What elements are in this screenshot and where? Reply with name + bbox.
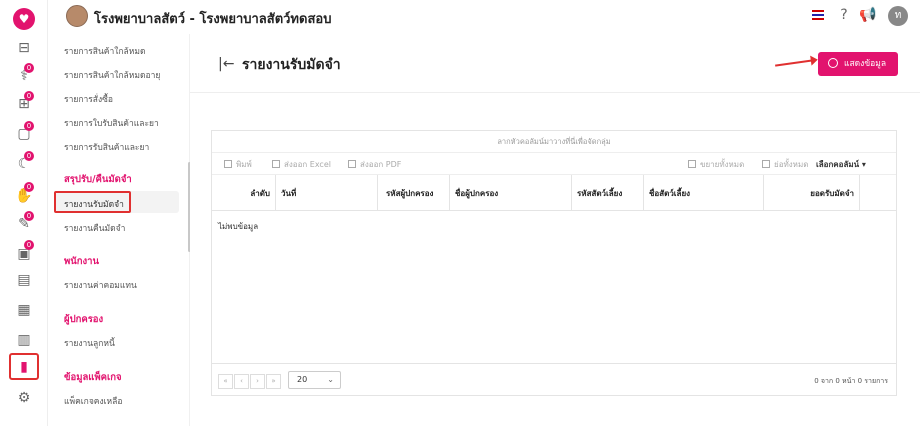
column-header-pet-name[interactable]: ชื่อสัตว์เลี้ยง: [644, 175, 764, 211]
column-header-index[interactable]: ลำดับ: [212, 175, 276, 211]
thai-flag-icon[interactable]: [812, 10, 824, 20]
header-divider: [190, 92, 920, 93]
sidebar-item-commission[interactable]: รายงานค่าคอมแทน: [64, 278, 137, 292]
sidebar-group-package: ข้อมูลแพ็คเกจ: [64, 372, 122, 383]
notification-badge: 0: [24, 121, 34, 131]
expand-all-button[interactable]: ขยายทั้งหมด: [688, 158, 744, 171]
notification-badge: 0: [24, 182, 34, 192]
sidebar-item-deposit-refund[interactable]: รายงานคืนมัดจำ: [64, 221, 125, 235]
excel-icon: [272, 160, 280, 168]
sidebar-item-package-balance[interactable]: แพ็คเกจคงเหลือ: [64, 394, 122, 408]
column-chooser-label: เลือกคอลัมน์: [816, 160, 860, 169]
page-title: รายงานรับมัดจำ: [242, 57, 341, 73]
sidebar-group-staff: พนักงาน: [64, 256, 99, 267]
package-icon[interactable]: ▦: [14, 300, 34, 320]
print-button[interactable]: พิมพ์: [224, 158, 252, 171]
sidebar-item-orders[interactable]: รายการสั่งซื้อ: [64, 92, 113, 106]
sidebar-item-deposit-report[interactable]: รายงานรับมัดจำ: [64, 197, 124, 211]
icon-rail: ♥ ⊟ ⚕ 0 ⊞ 0 ▢ 0 ☾ 0 ✋ 0 ✎ 0 ▣ 0 ▤ ▦ ▥ ▮ …: [0, 0, 48, 426]
grid-header: ลำดับ วันที่ รหัสผู้ปกครอง ชื่อผู้ปกครอง…: [212, 175, 896, 211]
pdf-icon: [348, 160, 356, 168]
column-chooser[interactable]: เลือกคอลัมน์ ▾: [816, 158, 866, 171]
column-header-date[interactable]: วันที่: [276, 175, 378, 211]
grid-toolbar: พิมพ์ ส่งออก Excel ส่งออก PDF ขยายทั้งหม…: [212, 153, 896, 175]
heart-logo-icon[interactable]: ♥: [13, 8, 35, 30]
print-label: พิมพ์: [236, 160, 252, 169]
show-data-label: แสดงข้อมูล: [844, 59, 887, 69]
notification-badge: 0: [24, 211, 34, 221]
show-data-button[interactable]: แสดงข้อมูล: [818, 52, 898, 76]
notification-badge: 0: [24, 240, 34, 250]
sidebar-item-receipts[interactable]: รายการใบรับสินค้าและยา: [64, 116, 159, 130]
export-pdf-button[interactable]: ส่งออก PDF: [348, 158, 401, 171]
grid-pager: « ‹ › » 20 ⌄ 0 จาก 0 หน้า 0 รายการ: [212, 363, 896, 396]
annotation-arrow: [775, 59, 813, 67]
sidebar-item-debtors[interactable]: รายงานลูกหนี้: [64, 336, 115, 350]
column-header-owner-name[interactable]: ชื่อผู้ปกครอง: [450, 175, 572, 211]
page-size-select[interactable]: 20 ⌄: [288, 371, 341, 389]
megaphone-icon[interactable]: 📢: [859, 6, 877, 24]
hospital-logo: [66, 5, 88, 27]
column-header-pet-code[interactable]: รหัสสัตว์เลี้ยง: [572, 175, 644, 211]
page-size-value: 20: [297, 375, 308, 384]
sidebar-item-low-stock[interactable]: รายการสินค้าใกล้หมด: [64, 44, 146, 58]
notification-badge: 0: [24, 63, 34, 73]
prev-page-button[interactable]: ‹: [234, 374, 249, 389]
cash-register-icon[interactable]: ▤: [14, 270, 34, 290]
chevron-down-icon: ⌄: [327, 375, 334, 384]
expand-all-label: ขยายทั้งหมด: [700, 160, 745, 169]
grid-icon[interactable]: ▥: [14, 330, 34, 350]
sidebar-group-deposit: สรุปรับ/คืนมัดจำ: [64, 174, 132, 185]
empty-state: ไม่พบข้อมูล: [218, 222, 259, 231]
collapse-sidebar-icon[interactable]: |←: [218, 56, 234, 72]
first-page-button[interactable]: «: [218, 374, 233, 389]
top-bar: โรงพยาบาลสัตว์ - โรงพยาบาลสัตว์ทดสอบ ? 📢…: [48, 0, 920, 34]
dumbbell-icon[interactable]: ⊟: [14, 38, 34, 58]
report-grid: ลากหัวคอลัมน์มาวางที่นี่เพื่อจัดกลุ่ม พิ…: [211, 130, 897, 396]
notification-badge: 0: [24, 151, 34, 161]
report-chart-icon[interactable]: ▮: [14, 357, 34, 377]
chevron-down-icon: ▾: [861, 160, 866, 169]
pager-info: 0 จาก 0 หน้า 0 รายการ: [814, 377, 888, 385]
sidebar-item-received-goods[interactable]: รายการรับสินค้าและยา: [64, 140, 149, 154]
expand-icon: [688, 160, 696, 168]
group-panel[interactable]: ลากหัวคอลัมน์มาวางที่นี่เพื่อจัดกลุ่ม: [212, 131, 896, 153]
export-pdf-label: ส่งออก PDF: [360, 160, 402, 169]
report-sidebar: รายการสินค้าใกล้หมด รายการสินค้าใกล้หมดอ…: [48, 34, 191, 426]
column-header-deposit-amount[interactable]: ยอดรับมัดจำ: [764, 175, 860, 211]
printer-icon: [224, 160, 232, 168]
collapse-all-button[interactable]: ย่อทั้งหมด: [762, 158, 808, 171]
search-icon: [828, 58, 838, 68]
settings-icon[interactable]: ⚙: [14, 388, 34, 408]
main-content: |← รายงานรับมัดจำ แสดงข้อมูล ลากหัวคอลัม…: [190, 34, 920, 426]
notification-badge: 0: [24, 91, 34, 101]
avatar[interactable]: ท: [888, 6, 908, 26]
next-page-button[interactable]: ›: [250, 374, 265, 389]
export-excel-button[interactable]: ส่งออก Excel: [272, 158, 331, 171]
sidebar-group-owner: ผู้ปกครอง: [64, 314, 104, 325]
export-excel-label: ส่งออก Excel: [284, 160, 331, 169]
help-icon[interactable]: ?: [835, 6, 853, 24]
last-page-button[interactable]: »: [266, 374, 281, 389]
sidebar-item-near-expiry[interactable]: รายการสินค้าใกล้หมดอายุ: [64, 68, 160, 82]
collapse-icon: [762, 160, 770, 168]
app-title: โรงพยาบาลสัตว์ - โรงพยาบาลสัตว์ทดสอบ: [94, 12, 332, 27]
collapse-all-label: ย่อทั้งหมด: [774, 160, 809, 169]
footer: [48, 416, 920, 426]
column-header-owner-code[interactable]: รหัสผู้ปกครอง: [378, 175, 450, 211]
